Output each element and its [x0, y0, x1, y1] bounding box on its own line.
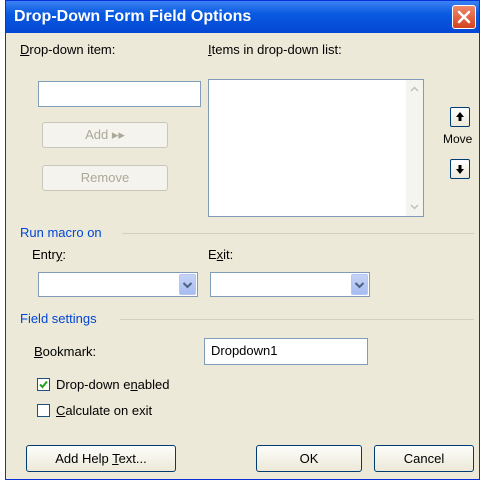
field-settings-section-label: Field settings [20, 311, 97, 326]
move-up-button[interactable] [450, 107, 470, 127]
calculate-on-exit-checkbox[interactable] [37, 404, 50, 417]
dialog-window: Drop-Down Form Field Options Drop-down i… [5, 0, 480, 480]
checkmark-icon [39, 380, 48, 389]
close-button[interactable] [452, 5, 476, 29]
move-label: Move [443, 132, 473, 146]
calculate-on-exit-label: Calculate on exit [56, 403, 153, 418]
entry-macro-select[interactable] [38, 272, 198, 297]
dialog-title: Drop-Down Form Field Options [14, 8, 252, 25]
entry-label: Entry: [32, 247, 66, 262]
dropdown-enabled-checkbox[interactable] [37, 378, 50, 391]
chevron-down-icon [182, 282, 193, 289]
entry-dropdown-button[interactable] [179, 274, 196, 295]
title-bar[interactable]: Drop-Down Form Field Options [6, 1, 479, 33]
scroll-down-icon[interactable] [407, 199, 422, 214]
field-settings-divider [120, 319, 474, 320]
chevron-down-icon [354, 282, 365, 289]
move-down-button[interactable] [450, 159, 470, 179]
remove-button[interactable]: Remove [42, 165, 168, 191]
add-help-text-label: Add Help Text... [55, 451, 147, 466]
scroll-up-icon[interactable] [407, 82, 422, 97]
remove-button-label: Remove [80, 170, 130, 185]
arrow-down-icon [456, 165, 464, 174]
arrow-up-icon [456, 112, 464, 121]
cancel-button-label: Cancel [403, 451, 445, 466]
bookmark-label: Bookmark: [34, 344, 97, 359]
add-button-label: Add ▸▸ [85, 127, 125, 142]
bookmark-input[interactable]: Dropdown1 [204, 338, 368, 365]
list-scrollbar[interactable] [406, 80, 423, 216]
dropdown-item-input[interactable] [38, 81, 201, 107]
cancel-button[interactable]: Cancel [374, 445, 474, 472]
ok-button-label: OK [299, 451, 319, 466]
exit-dropdown-button[interactable] [351, 274, 368, 295]
dropdown-item-label: Drop-down item: [20, 42, 116, 57]
ok-button[interactable]: OK [256, 445, 362, 472]
add-help-text-button[interactable]: Add Help Text... [26, 445, 176, 472]
list-items-label: Items in drop-down list: [208, 42, 342, 57]
run-macro-divider [122, 233, 474, 234]
run-macro-section-label: Run macro on [20, 225, 102, 240]
dropdown-list-box[interactable] [208, 79, 424, 217]
exit-label: Exit: [208, 247, 234, 262]
dropdown-enabled-label: Drop-down enabled [56, 377, 170, 392]
exit-macro-select[interactable] [210, 272, 370, 297]
add-button[interactable]: Add ▸▸ [42, 122, 168, 148]
close-icon [457, 10, 471, 24]
